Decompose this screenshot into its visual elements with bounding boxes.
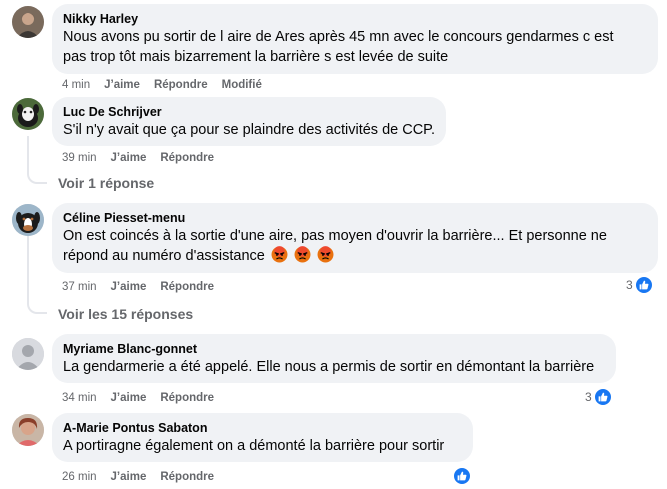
avatar[interactable] (12, 204, 44, 236)
comment-actions: 26 min J’aime Répondre (62, 469, 228, 485)
avatar[interactable] (12, 6, 44, 38)
comment-author[interactable]: Céline Piesset-menu (63, 210, 647, 226)
like-button[interactable]: J’aime (104, 77, 140, 93)
like-button[interactable]: J’aime (111, 469, 147, 485)
like-thumb-icon (453, 467, 471, 485)
view-replies-link[interactable]: Voir 1 réponse (58, 174, 154, 192)
avatar[interactable] (12, 98, 44, 130)
comment-time[interactable]: 37 min (62, 279, 97, 295)
comment-bubble: A-Marie Pontus Sabaton A portiragne égal… (52, 413, 473, 462)
comment-bubble: Myriame Blanc-gonnet La gendarmerie a ét… (52, 334, 616, 383)
reply-button[interactable]: Répondre (160, 150, 214, 166)
angry-face-icon (294, 246, 311, 269)
comment-time[interactable]: 39 min (62, 150, 97, 166)
like-button[interactable]: J’aime (111, 279, 147, 295)
avatar[interactable] (12, 414, 44, 446)
comment-bubble: Nikky Harley Nous avons pu sortir de l a… (52, 4, 658, 74)
comment-author[interactable]: Nikky Harley (63, 11, 647, 27)
comment-time[interactable]: 34 min (62, 390, 97, 406)
comment-actions: 4 min J’aime Répondre Modifié (62, 77, 276, 93)
reaction-count: 3 (585, 390, 592, 404)
angry-face-icon (271, 246, 288, 269)
reply-button[interactable]: Répondre (160, 469, 214, 485)
reply-button[interactable]: Répondre (154, 77, 208, 93)
comment-time[interactable]: 26 min (62, 469, 97, 485)
like-thumb-icon (634, 276, 653, 294)
reaction-count: 3 (626, 278, 633, 292)
comment-text: A portiragne également on a démonté la b… (63, 438, 445, 454)
like-button[interactable]: J’aime (111, 390, 147, 406)
view-replies-link[interactable]: Voir les 15 réponses (58, 305, 193, 323)
angry-face-icon (317, 246, 334, 269)
thread-line (27, 136, 29, 174)
avatar[interactable] (12, 338, 44, 370)
comment-text: La gendarmerie a été appelé. Elle nous a… (63, 359, 595, 375)
comment-time[interactable]: 4 min (62, 77, 90, 93)
reply-button[interactable]: Répondre (160, 390, 214, 406)
comment-text: Nous avons pu sortir de l aire de Ares a… (63, 29, 614, 45)
edited-label: Modifié (221, 79, 262, 91)
reaction-summary[interactable]: 3 (585, 388, 612, 406)
comment-text: répond au numéro d'assistance (63, 248, 265, 264)
comment-text: S'il n'y avait que ça pour se plaindre d… (63, 122, 436, 138)
thread-line (27, 236, 29, 304)
comment-author[interactable]: Luc De Schrijver (63, 104, 435, 120)
comment-text: On est coincés à la sortie d'une aire, p… (63, 228, 607, 244)
like-button[interactable]: J’aime (111, 150, 147, 166)
thread-connector (27, 304, 47, 314)
thread-connector (27, 174, 47, 184)
comment-actions: 39 min J’aime Répondre (62, 150, 228, 166)
comment-actions: 34 min J’aime Répondre (62, 390, 228, 406)
comment-bubble: Céline Piesset-menu On est coincés à la … (52, 203, 658, 273)
reaction-summary[interactable] (451, 467, 471, 485)
comment-bubble: Luc De Schrijver S'il n'y avait que ça p… (52, 97, 446, 146)
comment-text-line: répond au numéro d'assistance (63, 246, 647, 269)
comment-actions: 37 min J’aime Répondre (62, 279, 228, 295)
comment-author[interactable]: Myriame Blanc-gonnet (63, 341, 605, 357)
like-thumb-icon (593, 388, 612, 406)
reaction-summary[interactable]: 3 (626, 276, 653, 294)
comment-text: pas trop tôt mais bizarrement la barrièr… (63, 49, 449, 65)
reply-button[interactable]: Répondre (160, 279, 214, 295)
comment-author[interactable]: A-Marie Pontus Sabaton (63, 420, 462, 436)
